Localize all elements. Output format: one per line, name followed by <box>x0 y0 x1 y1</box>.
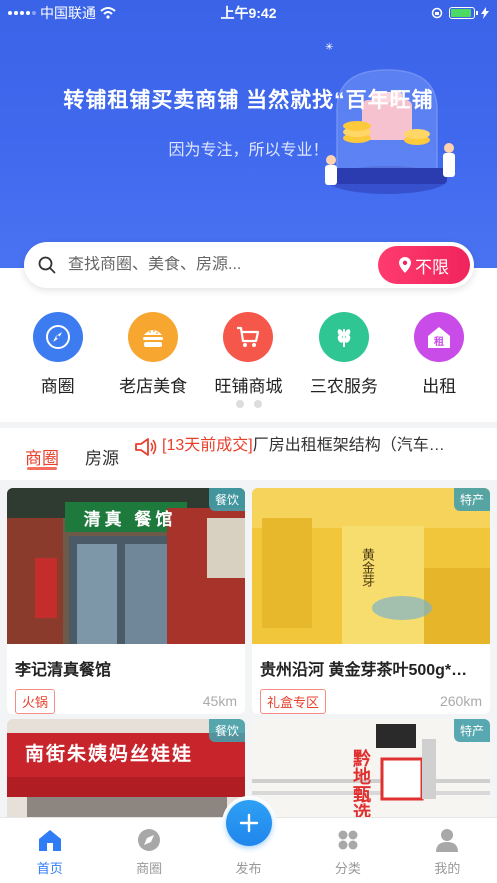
category-mall[interactable]: 旺铺商城 <box>203 312 293 397</box>
card-title: 李记清真餐馆 <box>15 662 112 679</box>
card-category-tag: 餐饮 <box>208 719 245 742</box>
card-category-tag: 餐饮 <box>208 488 245 511</box>
piggy-bank-illustration: ✳ <box>325 42 455 194</box>
location-filter-label: 不限 <box>415 257 449 277</box>
banner-subtitle: 因为专注，所以专业！ <box>168 142 329 159</box>
status-time: 上午9:42 <box>220 5 277 21</box>
category-icon-circle <box>318 312 369 362</box>
nav-shangquan[interactable]: 商圈 <box>99 818 198 883</box>
card-badge: 火锅 <box>15 688 56 714</box>
category-icon-circle <box>223 312 274 362</box>
svg-text:✳: ✳ <box>325 42 333 53</box>
listing-photo: 黄金芽 特产 <box>252 488 490 644</box>
brand-seal-text: 黔地甄选 <box>351 749 371 821</box>
ticker-date: [13天前成交] <box>162 437 253 454</box>
nav-home[interactable]: 首页 <box>0 818 99 883</box>
nav-category[interactable]: 分类 <box>298 818 397 883</box>
nav-label: 发布 <box>235 861 262 876</box>
battery-level <box>451 9 471 17</box>
user-icon <box>436 829 459 852</box>
ticker-text: 厂房出租框架结构（汽车… <box>252 437 445 454</box>
tab-fangyuan[interactable]: 房源 <box>85 444 119 469</box>
megaphone-icon <box>135 438 157 456</box>
category-grid: 商圈 老店美食 旺铺商城 三农服务 租 出租 <box>0 268 497 422</box>
battery-icon <box>449 7 478 19</box>
banner-title: 转铺租铺买卖商铺 当然就找“百年旺铺 <box>63 89 434 112</box>
hero-banner[interactable]: ✳ 转铺租铺买卖商铺 当然就找“百年旺铺 因为专注，所以专业！ <box>0 0 497 268</box>
carousel-dot[interactable] <box>253 400 262 408</box>
category-rent[interactable]: 租 出租 <box>394 312 484 397</box>
active-tab-indicator <box>27 467 57 470</box>
carousel-dot[interactable] <box>235 400 244 408</box>
card-title: 贵州沿河 黄金芽茶叶500g*… <box>260 662 468 679</box>
card-category-tag: 特产 <box>453 488 490 511</box>
status-bar: 中国联通 上午9:42 <box>0 0 497 26</box>
charging-icon <box>481 7 489 19</box>
category-icon-circle <box>32 312 83 362</box>
card-badge: 礼盒专区 <box>260 688 327 714</box>
category-label: 旺铺商城 <box>214 377 283 396</box>
card-distance: 45km <box>202 693 237 709</box>
bottom-tab-bar: 首页 商圈 发布 分类 我的 <box>0 796 497 883</box>
grid-icon <box>338 830 358 850</box>
search-bar: 不限 <box>24 242 474 288</box>
category-agriculture[interactable]: 三农服务 <box>299 312 389 397</box>
publish-button[interactable] <box>221 796 276 850</box>
plus-icon <box>239 813 258 833</box>
category-label: 老店美食 <box>119 377 188 396</box>
deal-ticker[interactable]: [13天前成交] 厂房出租框架结构（汽车… <box>134 429 494 457</box>
listing-photo: 清真 餐馆 餐饮 <box>7 488 245 644</box>
location-pin-icon <box>399 257 411 273</box>
rent-badge-text: 租 <box>434 335 444 348</box>
cart-icon <box>237 326 260 347</box>
nav-label: 商圈 <box>136 861 163 876</box>
wheat-icon <box>337 329 351 347</box>
rent-house-icon: 租 <box>428 327 451 348</box>
card-category-tag: 特产 <box>453 719 490 742</box>
listing-card[interactable]: 清真 餐馆 餐饮 李记清真餐馆 火锅 45km <box>7 488 245 714</box>
category-label: 三农服务 <box>309 377 378 396</box>
nav-label: 我的 <box>434 861 461 876</box>
tab-shangquan[interactable]: 商圈 <box>25 444 59 469</box>
nav-label: 分类 <box>334 861 361 876</box>
listing-card[interactable]: 黄金芽 特产 贵州沿河 黄金芽茶叶500g*… 礼盒专区 260km <box>252 488 490 714</box>
location-filter-button[interactable]: 不限 <box>378 246 470 284</box>
product-label-text: 黄金芽 <box>360 548 375 587</box>
category-food[interactable]: 老店美食 <box>108 312 198 397</box>
card-distance: 260km <box>439 693 482 709</box>
category-label: 出租 <box>422 377 457 396</box>
nav-profile[interactable]: 我的 <box>398 818 497 883</box>
nav-publish[interactable]: 发布 <box>199 796 298 883</box>
orientation-lock-icon <box>431 7 443 19</box>
category-icon-circle <box>128 312 179 362</box>
category-shangquan[interactable]: 商圈 <box>13 312 103 397</box>
nav-label: 首页 <box>36 861 63 876</box>
home-icon <box>38 830 61 851</box>
category-icon-circle: 租 <box>414 312 465 362</box>
shop-sign-text: 清真 餐馆 <box>83 510 177 529</box>
shop-sign-text: 南街朱姨妈丝娃娃 <box>25 744 194 765</box>
carousel-indicator <box>0 400 497 408</box>
burger-icon <box>143 330 164 347</box>
compass-icon <box>45 325 70 349</box>
search-icon <box>38 256 56 274</box>
feed-tab-bar: 商圈 房源 [13天前成交] 厂房出租框架结构（汽车… <box>0 428 497 480</box>
compass-icon <box>138 829 161 851</box>
category-label: 商圈 <box>40 377 75 396</box>
